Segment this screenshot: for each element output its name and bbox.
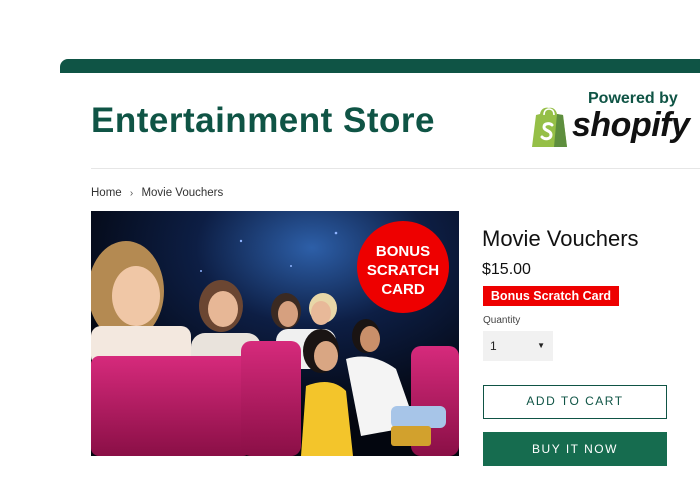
promo-badge: Bonus Scratch Card bbox=[483, 286, 619, 306]
product-image[interactable]: BONUS SCRATCH CARD bbox=[91, 211, 459, 456]
image-badge-line-3: CARD bbox=[381, 281, 424, 298]
product-title: Movie Vouchers bbox=[482, 226, 639, 251]
shopify-bag-icon[interactable] bbox=[530, 106, 568, 148]
caret-down-icon: ▼ bbox=[537, 341, 545, 350]
quantity-select[interactable]: 1 ▼ bbox=[483, 331, 553, 361]
image-badge-line-2: SCRATCH bbox=[367, 262, 439, 279]
shopify-wordmark[interactable]: shopify bbox=[572, 106, 690, 145]
breadcrumb-home-link[interactable]: Home bbox=[91, 187, 122, 199]
breadcrumb-current: Movie Vouchers bbox=[141, 187, 224, 199]
top-accent-bar bbox=[60, 59, 700, 73]
product-price: $15.00 bbox=[482, 261, 531, 278]
quantity-label: Quantity bbox=[483, 315, 521, 326]
store-title[interactable]: Entertainment Store bbox=[91, 101, 435, 141]
image-badge-line-1: BONUS bbox=[376, 243, 430, 260]
chevron-right-icon: › bbox=[129, 188, 134, 199]
buy-it-now-button[interactable]: BUY IT NOW bbox=[483, 432, 667, 466]
header-divider bbox=[91, 168, 700, 169]
breadcrumb: Home › Movie Vouchers bbox=[91, 187, 223, 199]
quantity-value: 1 bbox=[490, 339, 497, 353]
add-to-cart-button[interactable]: ADD TO CART bbox=[483, 385, 667, 419]
